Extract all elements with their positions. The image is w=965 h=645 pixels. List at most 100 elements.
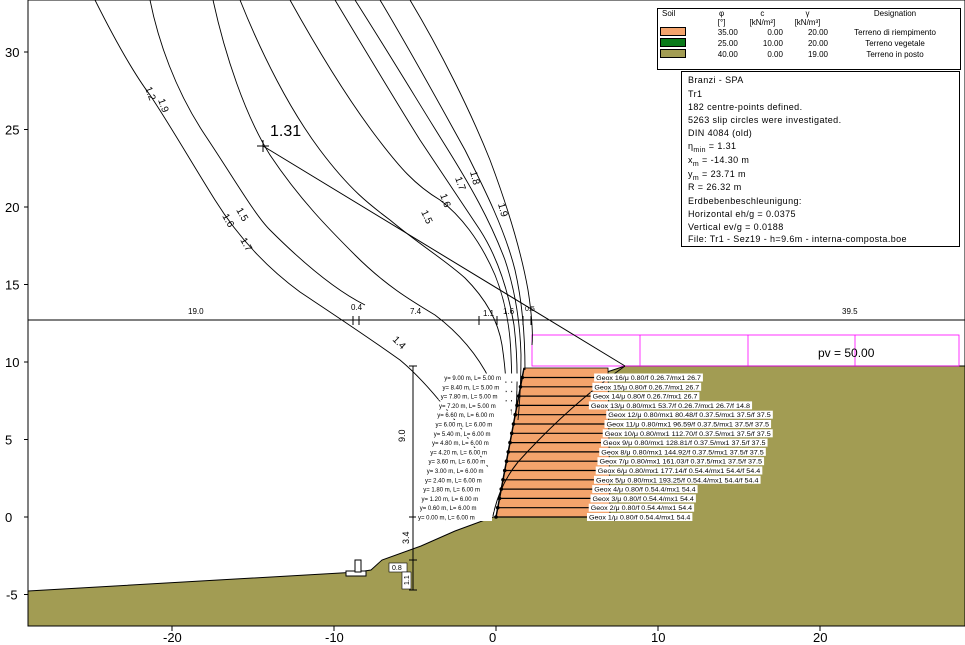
height-dim-9-0: 9.0 — [397, 429, 407, 442]
legend-designation: Terreno in posto — [866, 50, 924, 59]
legend-header-c: c — [760, 9, 765, 18]
legend-header-phi: φ — [719, 9, 725, 18]
geogrid-right-label: Geox 13/μ 0.80/mx1 53.7/f 0.26.7/mx1 26.… — [591, 404, 751, 410]
contour-label-1-4: 1.4 — [390, 334, 408, 352]
legend-gamma: 20.00 — [807, 39, 828, 48]
contour-label-1-7-a: 1.7 — [237, 236, 254, 254]
geogrid-right-label: Geox 14/μ 0.80/f 0.26.7/mx1 26.7 — [593, 395, 699, 401]
geogrid-right-label: Geox 5/μ 0.80/mx1 193.25/f 0.54.4/mx1 54… — [596, 478, 759, 484]
info-section: Tr1 — [688, 89, 703, 99]
dim-0-5: 0.5 — [525, 306, 535, 313]
geogrid-right-label: Geox 11/μ 0.80/mx1 96.59/f 0.37.5/mx1 37… — [606, 423, 769, 429]
y-tick-label: 10 — [5, 355, 19, 370]
y-tick-label: 30 — [5, 45, 19, 60]
geogrid-right-label: Geox 2/μ 0.80/f 0.54.4/mx1 54.4 — [591, 506, 693, 512]
legend-gamma: 20.00 — [807, 28, 828, 37]
geogrid-left-label: y= 7.20 m, L= 5.00 m — [439, 404, 496, 410]
geogrid-right-label: Geox 1/μ 0.80/f 0.54.4/mx1 54.4 — [589, 516, 691, 522]
geogrid-left-label: y= 6.60 m, L= 6.00 m — [437, 413, 494, 419]
legend-c: 0.00 — [767, 28, 783, 37]
legend-swatch-natural — [660, 49, 686, 58]
geogrid-left-label: y= 9.00 m, L= 5.00 m — [444, 376, 501, 382]
x-tick-label: 10 — [651, 630, 665, 645]
info-vertical: Vertical ev/g = 0.0188 — [688, 222, 784, 232]
legend-phi: 40.00 — [717, 50, 738, 59]
contour-label-1-5-b: 1.5 — [418, 209, 434, 227]
y-tick-label: 15 — [5, 278, 19, 293]
legend-unit-c: [kN/m²] — [749, 18, 776, 27]
geogrid-right-label: Geox 16/μ 0.80/f 0.26.7/mx1 26.7 — [596, 376, 702, 382]
info-horizontal: Horizontal eh/g = 0.0375 — [688, 209, 796, 219]
dim-7-4: 7.4 — [410, 307, 422, 316]
geogrid-right-label: Geox 6/μ 0.80/mx1 177.14/f 0.54.4/mx1 54… — [598, 469, 761, 475]
x-tick-label: 0 — [489, 630, 496, 645]
geogrid-right-label: Geox 15/μ 0.80/f 0.26.7/mx1 26.7 — [594, 385, 700, 391]
geogrid-right-label: Geox 9/μ 0.80/mx1 128.81/f 0.37.5/mx1 37… — [603, 441, 766, 447]
geogrid-left-label: y= 6.00 m, L= 6.00 m — [436, 423, 493, 429]
geogrid-left-label: y= 3.00 m, L= 6.00 m — [427, 469, 484, 475]
height-dim-3-4: 3.4 — [401, 531, 411, 544]
geogrid-left-label: y= 0.60 m, L= 6.00 m — [420, 506, 477, 512]
surcharge-label: pv = 50.00 — [818, 346, 875, 360]
geogrid-left-label: y= 1.20 m, L= 6.00 m — [422, 497, 479, 503]
legend-designation: Terreno vegetale — [865, 39, 925, 48]
geogrid-left-label: y= 1.80 m, L= 6.00 m — [423, 488, 480, 494]
soil-legend: Soil φ c γ Designation [°] [kN/m²] [kN/m… — [657, 8, 961, 70]
stability-drawing: pv = 50.00 19.0 0.4 7.4 1.1 1.6 0.5 39.5 — [0, 0, 965, 645]
legend-header-designation: Designation — [873, 9, 917, 18]
info-xm: xm = -14.30 m — [688, 155, 750, 168]
height-dim-1-1: 1.1 — [404, 575, 411, 585]
x-tick-label: -20 — [163, 630, 182, 645]
legend-row: 25.00 10.00 20.00 Terreno vegetale — [658, 38, 960, 49]
geogrid-right-label: Geox 8/μ 0.80/mx1 144.92/f 0.37.5/mx1 37… — [601, 450, 764, 456]
geogrid-left-label: y= 2.40 m, L= 6.00 m — [425, 478, 482, 484]
geogrid-left-label: y= 0.00 m, L= 6.00 m — [418, 516, 475, 522]
geogrid-right-label: Geox 7/μ 0.80/mx1 161.03/f 0.37.5/mx1 37… — [599, 460, 762, 466]
geogrid-right-label: Geox 10/μ 0.80/mx1 112.70/f 0.37.5/mx1 3… — [605, 432, 772, 438]
contour-label-1-8: 1.8 — [467, 170, 481, 187]
info-file: File: Tr1 - Sez19 - h=9.6m - interna-com… — [688, 234, 907, 244]
contour-label-1-9: 1.9 — [155, 97, 170, 114]
geogrid-left-label: y= 4.80 m, L= 6.00 m — [432, 441, 489, 447]
geogrid-left-label: y= 5.40 m, L= 6.00 m — [434, 432, 491, 438]
soil-legend-table: Soil φ c γ Designation [°] [kN/m²] [kN/m… — [658, 9, 960, 60]
dim-1-6: 1.6 — [503, 307, 515, 316]
geogrid-right-label: Geox 4/μ 0.80/f 0.54.4/mx1 54.4 — [594, 488, 696, 494]
geogrid-right-label: Geox 12/μ 0.80/mx1 80.48/f 0.37.5/mx1 37… — [608, 413, 771, 419]
legend-header-gamma: γ — [805, 9, 810, 18]
legend-swatch-vegetal — [660, 38, 686, 47]
y-tick-label: 0 — [5, 510, 12, 525]
legend-header-soil: Soil — [662, 9, 676, 18]
info-quake: Erdbebenbeschleunigung: — [688, 196, 802, 206]
x-tick-label: 20 — [813, 630, 827, 645]
info-eta: ηmin = 1.31 — [688, 141, 737, 154]
geogrid-right-label: Geox 3/μ 0.80/f 0.54.4/mx1 54.4 — [592, 497, 694, 503]
x-axis: -20 -10 0 10 20 — [163, 626, 827, 645]
y-axis: 30 25 20 15 10 5 0 -5 — [5, 45, 28, 603]
geogrid-left-label: y= 4.20 m, L= 6.00 m — [430, 450, 487, 456]
legend-swatch-fill — [660, 27, 686, 36]
analysis-info-box: Branzi - SPA Tr1 182 centre-points defin… — [681, 71, 960, 247]
info-project: Branzi - SPA — [688, 75, 744, 85]
y-tick-label: 25 — [5, 123, 19, 138]
height-dim-0-8: 0.8 — [392, 565, 402, 572]
geogrid-left-label: y= 3.60 m, L= 6.00 m — [429, 460, 486, 466]
contour-label-1-5-a: 1.5 — [233, 206, 250, 224]
legend-c: 0.00 — [767, 50, 783, 59]
legend-phi: 25.00 — [717, 39, 738, 48]
legend-unit-phi: [°] — [717, 18, 726, 27]
contour-label-1-6-b: 1.6 — [437, 192, 452, 209]
info-radius: R = 26.32 m — [688, 182, 742, 192]
x-tick-label: -10 — [325, 630, 344, 645]
geogrid-left-label: y= 8.40 m, L= 5.00 m — [443, 385, 500, 391]
drainage-pipe — [345, 559, 367, 577]
contour-label-1-2: 1.2 — [142, 85, 157, 102]
y-tick-label: -5 — [6, 588, 18, 603]
contour-label-1-9-b: 1.9 — [495, 202, 509, 219]
legend-gamma: 19.00 — [807, 50, 828, 59]
dim-39-5: 39.5 — [842, 307, 858, 316]
surcharge-load — [531, 319, 965, 367]
legend-phi: 35.00 — [717, 28, 738, 37]
y-tick-label: 20 — [5, 200, 19, 215]
y-tick-label: 5 — [5, 433, 12, 448]
